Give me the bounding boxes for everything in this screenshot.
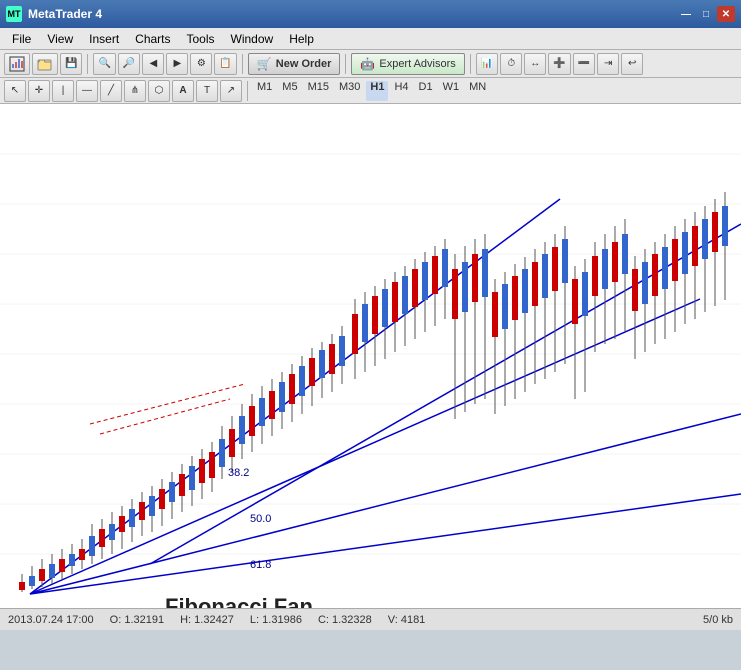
svg-text:61.8: 61.8 (250, 559, 271, 571)
pitchfork-tool[interactable]: ⋔ (124, 80, 146, 102)
tf-m1[interactable]: M1 (253, 81, 276, 101)
new-chart-button[interactable] (4, 53, 30, 75)
tf-m15[interactable]: M15 (304, 81, 333, 101)
indicator-button[interactable]: 📊 (476, 53, 498, 75)
menu-help[interactable]: Help (281, 30, 322, 48)
menu-charts[interactable]: Charts (127, 30, 178, 48)
tf-d1[interactable]: D1 (415, 81, 437, 101)
new-order-button[interactable]: 🛒 New Order (248, 53, 341, 75)
separator-3 (345, 54, 346, 74)
label-tool[interactable]: T (196, 80, 218, 102)
text-tool[interactable]: A (172, 80, 194, 102)
tf-mn[interactable]: MN (465, 81, 490, 101)
menu-file[interactable]: File (4, 30, 39, 48)
fit-button[interactable]: ↔ (524, 53, 546, 75)
chart-area[interactable]: 38.2 50.0 61.8 Fibonacci Fan (0, 104, 741, 608)
fib-tool[interactable]: ⬡ (148, 80, 170, 102)
status-close: C: 1.32328 (318, 614, 372, 626)
svg-text:38.2: 38.2 (228, 467, 249, 479)
separator-1 (87, 54, 88, 74)
arrow-tool[interactable]: ↗ (220, 80, 242, 102)
open-button[interactable] (32, 53, 58, 75)
status-bar: 2013.07.24 17:00 O: 1.32191 H: 1.32427 L… (0, 608, 741, 630)
auto-scroll-button[interactable]: ↩ (621, 53, 643, 75)
status-low: L: 1.31986 (250, 614, 302, 626)
new-order-label: New Order (276, 58, 332, 70)
title-bar: MT MetaTrader 4 — □ ✕ (0, 0, 741, 28)
status-datetime: 2013.07.24 17:00 (8, 614, 94, 626)
separator-4 (470, 54, 471, 74)
menu-insert[interactable]: Insert (81, 30, 127, 48)
expert-advisors-button[interactable]: 🤖 Expert Advisors (351, 53, 464, 75)
menu-tools[interactable]: Tools (179, 30, 223, 48)
svg-text:Fibonacci Fan: Fibonacci Fan (165, 594, 313, 608)
status-open: O: 1.32191 (110, 614, 164, 626)
tf-m30[interactable]: M30 (335, 81, 364, 101)
minimize-button[interactable]: — (677, 6, 695, 22)
tf-w1[interactable]: W1 (439, 81, 464, 101)
tf-h4[interactable]: H4 (390, 81, 412, 101)
scroll-left-button[interactable]: ◀ (142, 53, 164, 75)
chart-svg: 38.2 50.0 61.8 Fibonacci Fan (0, 104, 741, 608)
separator-draw (247, 81, 248, 101)
maximize-button[interactable]: □ (697, 6, 715, 22)
properties-button[interactable]: ⚙ (190, 53, 212, 75)
status-high: H: 1.32427 (180, 614, 234, 626)
scroll-right-button[interactable]: ▶ (166, 53, 188, 75)
menu-window[interactable]: Window (223, 30, 282, 48)
save-button[interactable]: 💾 (60, 53, 82, 75)
crosshair-tool[interactable]: ✛ (28, 80, 50, 102)
app-icon: MT (6, 6, 22, 22)
svg-text:50.0: 50.0 (250, 513, 271, 525)
ea-label: Expert Advisors (379, 58, 455, 70)
zoom-in-button[interactable]: 🔍 (93, 53, 115, 75)
app-icon-text: MT (8, 9, 21, 19)
cursor-tool[interactable]: ↖ (4, 80, 26, 102)
template-button[interactable]: 📋 (214, 53, 236, 75)
period-button[interactable]: ⏱ (500, 53, 522, 75)
zoom-out-button[interactable]: 🔎 (118, 53, 140, 75)
tf-h1[interactable]: H1 (366, 81, 388, 101)
status-size: 5/0 kb (703, 614, 733, 626)
toolbar-draw: ↖ ✛ | — ╱ ⋔ ⬡ A T ↗ M1 M5 M15 M30 H1 H4 … (0, 78, 741, 104)
zoom-plus-button[interactable]: ➕ (548, 53, 570, 75)
tf-m5[interactable]: M5 (278, 81, 301, 101)
window-title: MetaTrader 4 (28, 7, 102, 21)
horizontal-line-tool[interactable]: — (76, 80, 98, 102)
status-volume: V: 4181 (388, 614, 426, 626)
chart-shift-button[interactable]: ⇥ (597, 53, 619, 75)
toolbar-main: 💾 🔍 🔎 ◀ ▶ ⚙ 📋 🛒 New Order 🤖 Expert Advis… (0, 50, 741, 78)
zoom-minus-button[interactable]: ➖ (573, 53, 595, 75)
menu-bar: File View Insert Charts Tools Window Hel… (0, 28, 741, 50)
close-button[interactable]: ✕ (717, 6, 735, 22)
vertical-line-tool[interactable]: | (52, 80, 74, 102)
trendline-tool[interactable]: ╱ (100, 80, 122, 102)
menu-view[interactable]: View (39, 30, 81, 48)
separator-2 (242, 54, 243, 74)
window-controls: — □ ✕ (677, 6, 735, 22)
